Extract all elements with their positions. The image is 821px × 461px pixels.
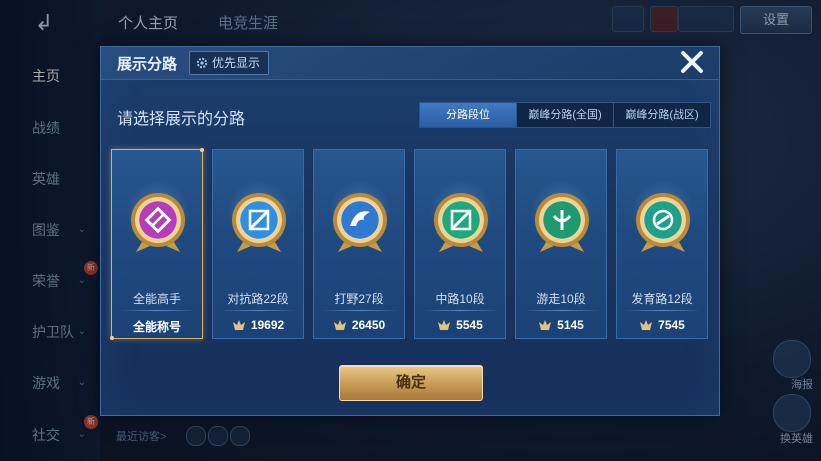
gear-icon <box>196 57 208 69</box>
lane-card-value: 5145 <box>557 318 584 332</box>
lane-card-name: 发育路12段 <box>631 292 693 306</box>
mid-lane-emblem-icon <box>431 190 491 256</box>
lane-card-value: 7545 <box>658 318 685 332</box>
lane-points-icon <box>539 320 552 330</box>
dialog-header: 展示分路 优先显示 <box>101 47 719 80</box>
dialog-subtitle: 请选择展示的分路 <box>117 111 246 128</box>
lane-card[interactable]: 对抗路22段 19692 <box>212 149 304 339</box>
lane-points-icon <box>438 320 451 330</box>
lane-points-icon <box>232 320 245 330</box>
lane-card[interactable]: 中路10段 5545 <box>414 149 506 339</box>
card-divider <box>221 310 297 311</box>
lane-card-name: 对抗路22段 <box>227 292 289 306</box>
lane-card[interactable]: 游走10段 5145 <box>515 149 607 339</box>
card-divider <box>524 310 600 311</box>
priority-display-button[interactable]: 优先显示 <box>189 51 270 75</box>
allround-emblem-icon <box>128 190 188 256</box>
card-divider <box>120 310 196 311</box>
lane-card[interactable]: 发育路12段 7545 <box>616 149 708 339</box>
card-divider <box>423 310 499 311</box>
lane-card-score: 5145 <box>516 318 606 332</box>
lane-display-dialog: 展示分路 优先显示 请选择展示的分路 分路段位 巅峰分路(全国) 巅峰分路(战区… <box>100 46 720 416</box>
farm-lane-emblem-icon <box>633 190 693 256</box>
card-divider <box>625 310 701 311</box>
lane-card[interactable]: 打野27段 26450 <box>313 149 405 339</box>
lane-card-score: 5545 <box>415 318 505 332</box>
dialog-title: 展示分路 <box>117 56 178 73</box>
close-button[interactable] <box>672 44 712 80</box>
jungle-emblem-icon <box>330 190 390 256</box>
lane-card-value: 19692 <box>250 318 285 332</box>
lane-card-value: 全能称号 <box>132 320 181 334</box>
selected-corner-marker <box>110 336 114 340</box>
lane-card-name: 中路10段 <box>435 292 485 306</box>
lane-card-score: 7545 <box>617 318 707 332</box>
close-icon <box>681 51 703 73</box>
tab-lane-rank[interactable]: 分路段位 <box>420 103 517 127</box>
clash-lane-emblem-icon <box>229 190 289 256</box>
priority-display-label: 优先显示 <box>212 56 261 70</box>
lane-points-icon <box>333 320 346 330</box>
lane-card-score: 19692 <box>213 318 303 332</box>
lane-card-name: 游走10段 <box>536 292 586 306</box>
lane-card[interactable]: 全能高手 全能称号 <box>110 148 204 340</box>
lane-points-icon <box>640 320 653 330</box>
lane-card-score: 26450 <box>314 318 404 332</box>
selected-corner-marker <box>200 148 204 152</box>
roam-emblem-icon <box>532 190 592 256</box>
lane-card-value: 26450 <box>351 318 386 332</box>
lane-type-segmented-control: 分路段位 巅峰分路(全国) 巅峰分路(战区) <box>419 102 711 128</box>
tab-peak-national[interactable]: 巅峰分路(全国) <box>517 103 614 127</box>
lane-card-value: 5545 <box>456 318 483 332</box>
lane-card-score: 全能称号 <box>112 318 202 335</box>
confirm-button[interactable]: 确定 <box>339 365 483 401</box>
card-divider <box>322 310 398 311</box>
lane-card-name: 全能高手 <box>132 292 181 306</box>
tab-peak-region[interactable]: 巅峰分路(战区) <box>614 103 710 127</box>
lane-card-name: 打野27段 <box>334 292 384 306</box>
